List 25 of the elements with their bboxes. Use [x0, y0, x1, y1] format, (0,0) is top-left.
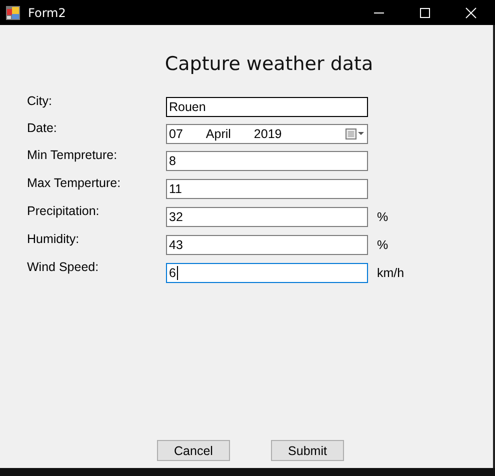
field-label: Humidity:: [26, 232, 80, 246]
text-field[interactable]: 6: [166, 263, 368, 283]
text-field[interactable]: 11: [166, 179, 368, 199]
window-title: Form2: [28, 6, 66, 20]
text-field[interactable]: Rouen: [166, 97, 368, 117]
unit-label: km/h: [377, 266, 404, 280]
close-icon[interactable]: [465, 6, 477, 18]
form-button[interactable]: Submit: [271, 440, 344, 461]
app-icon: [5, 4, 21, 20]
unit-label: %: [377, 210, 388, 224]
text-field[interactable]: 32: [166, 207, 368, 227]
maximize-icon[interactable]: [419, 6, 431, 18]
text-field[interactable]: 8: [166, 151, 368, 171]
field-label: Wind Speed:: [26, 260, 100, 274]
field-label: Precipitation:: [26, 204, 100, 218]
form-button[interactable]: Cancel: [157, 440, 230, 461]
form-heading: Capture weather data: [164, 53, 374, 75]
field-label: Min Tempreture:: [26, 148, 118, 162]
field-label: Max Temperture:: [26, 176, 122, 190]
field-label: Date:: [26, 121, 58, 135]
calendar-dropdown-icon[interactable]: [345, 128, 365, 140]
text-field[interactable]: 43: [166, 235, 368, 255]
unit-label: %: [377, 238, 388, 252]
date-picker[interactable]: 07 April 2019: [166, 124, 368, 144]
field-label: City:: [26, 94, 53, 108]
